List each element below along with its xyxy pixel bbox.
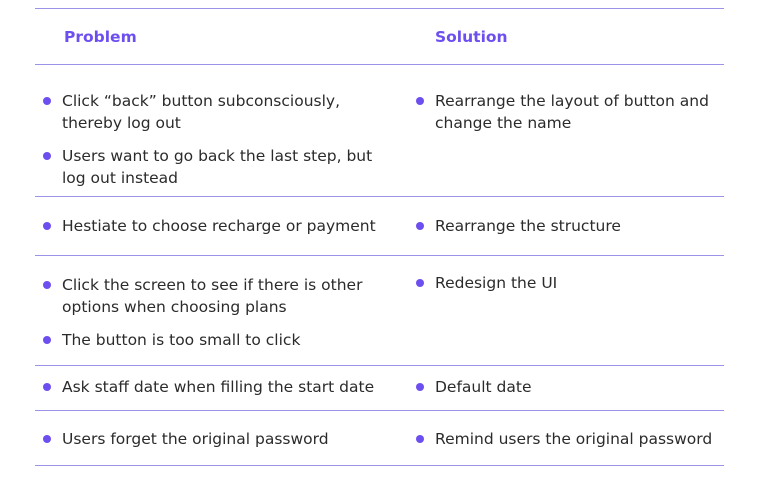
bullet-icon xyxy=(416,435,424,443)
solution-text: Remind users the original password xyxy=(435,430,713,448)
problem-text: Hestiate to choose recharge or payment xyxy=(62,217,376,235)
bullet-icon xyxy=(416,97,424,105)
solution-cell: Remind users the original password xyxy=(416,428,716,450)
solution-text: Rearrange the structure xyxy=(435,217,621,235)
bullet-icon xyxy=(43,152,51,160)
problem-text: Users forget the original password xyxy=(62,430,329,448)
bullet-icon xyxy=(416,383,424,391)
list-item: Users want to go back the last step, but… xyxy=(43,145,383,189)
list-item: Rearrange the structure xyxy=(416,215,716,237)
list-item: Hestiate to choose recharge or payment xyxy=(43,215,383,237)
problem-solution-table: Problem Solution Click “back” button sub… xyxy=(35,8,724,466)
table-row: Click the screen to see if there is othe… xyxy=(35,256,724,366)
bullet-icon xyxy=(43,435,51,443)
solution-cell: Default date xyxy=(416,376,716,398)
problem-cell: Users forget the original password xyxy=(43,428,383,450)
problem-cell: Ask staff date when filling the start da… xyxy=(43,376,383,398)
bullet-icon xyxy=(43,222,51,230)
list-item: Rearrange the layout of button and chang… xyxy=(416,90,716,134)
problem-cell: Click the screen to see if there is othe… xyxy=(43,274,383,351)
bullet-icon xyxy=(416,279,424,287)
table-row: Click “back” button subconsciously, ther… xyxy=(35,65,724,197)
table-header: Problem Solution xyxy=(35,9,724,65)
list-item: Users forget the original password xyxy=(43,428,383,450)
table-row: Users forget the original password Remin… xyxy=(35,411,724,466)
problem-text: Click “back” button subconsciously, ther… xyxy=(62,92,340,132)
bullet-icon xyxy=(416,222,424,230)
problem-text: Users want to go back the last step, but… xyxy=(62,147,373,187)
problem-text: Click the screen to see if there is othe… xyxy=(62,276,363,316)
list-item: Default date xyxy=(416,376,716,398)
bullet-icon xyxy=(43,281,51,289)
list-item: The button is too small to click xyxy=(43,329,383,351)
solution-text: Rearrange the layout of button and chang… xyxy=(435,92,709,132)
problem-cell: Click “back” button subconsciously, ther… xyxy=(43,90,383,189)
bullet-icon xyxy=(43,97,51,105)
problem-text: Ask staff date when filling the start da… xyxy=(62,378,375,396)
solution-cell: Rearrange the structure xyxy=(416,215,716,237)
table-row: Ask staff date when filling the start da… xyxy=(35,366,724,411)
list-item: Redesign the UI xyxy=(416,272,716,294)
solution-cell: Rearrange the layout of button and chang… xyxy=(416,90,716,134)
bullet-icon xyxy=(43,383,51,391)
list-item: Click the screen to see if there is othe… xyxy=(43,274,383,318)
solution-text: Default date xyxy=(435,378,532,396)
solution-column-header: Solution xyxy=(435,28,508,46)
table-row: Hestiate to choose recharge or payment R… xyxy=(35,197,724,256)
bullet-icon xyxy=(43,336,51,344)
list-item: Ask staff date when filling the start da… xyxy=(43,376,383,398)
problem-column-header: Problem xyxy=(64,28,137,46)
list-item: Remind users the original password xyxy=(416,428,716,450)
solution-cell: Redesign the UI xyxy=(416,272,716,294)
problem-text: The button is too small to click xyxy=(62,331,301,349)
list-item: Click “back” button subconsciously, ther… xyxy=(43,90,383,134)
solution-text: Redesign the UI xyxy=(435,274,558,292)
problem-cell: Hestiate to choose recharge or payment xyxy=(43,215,383,237)
